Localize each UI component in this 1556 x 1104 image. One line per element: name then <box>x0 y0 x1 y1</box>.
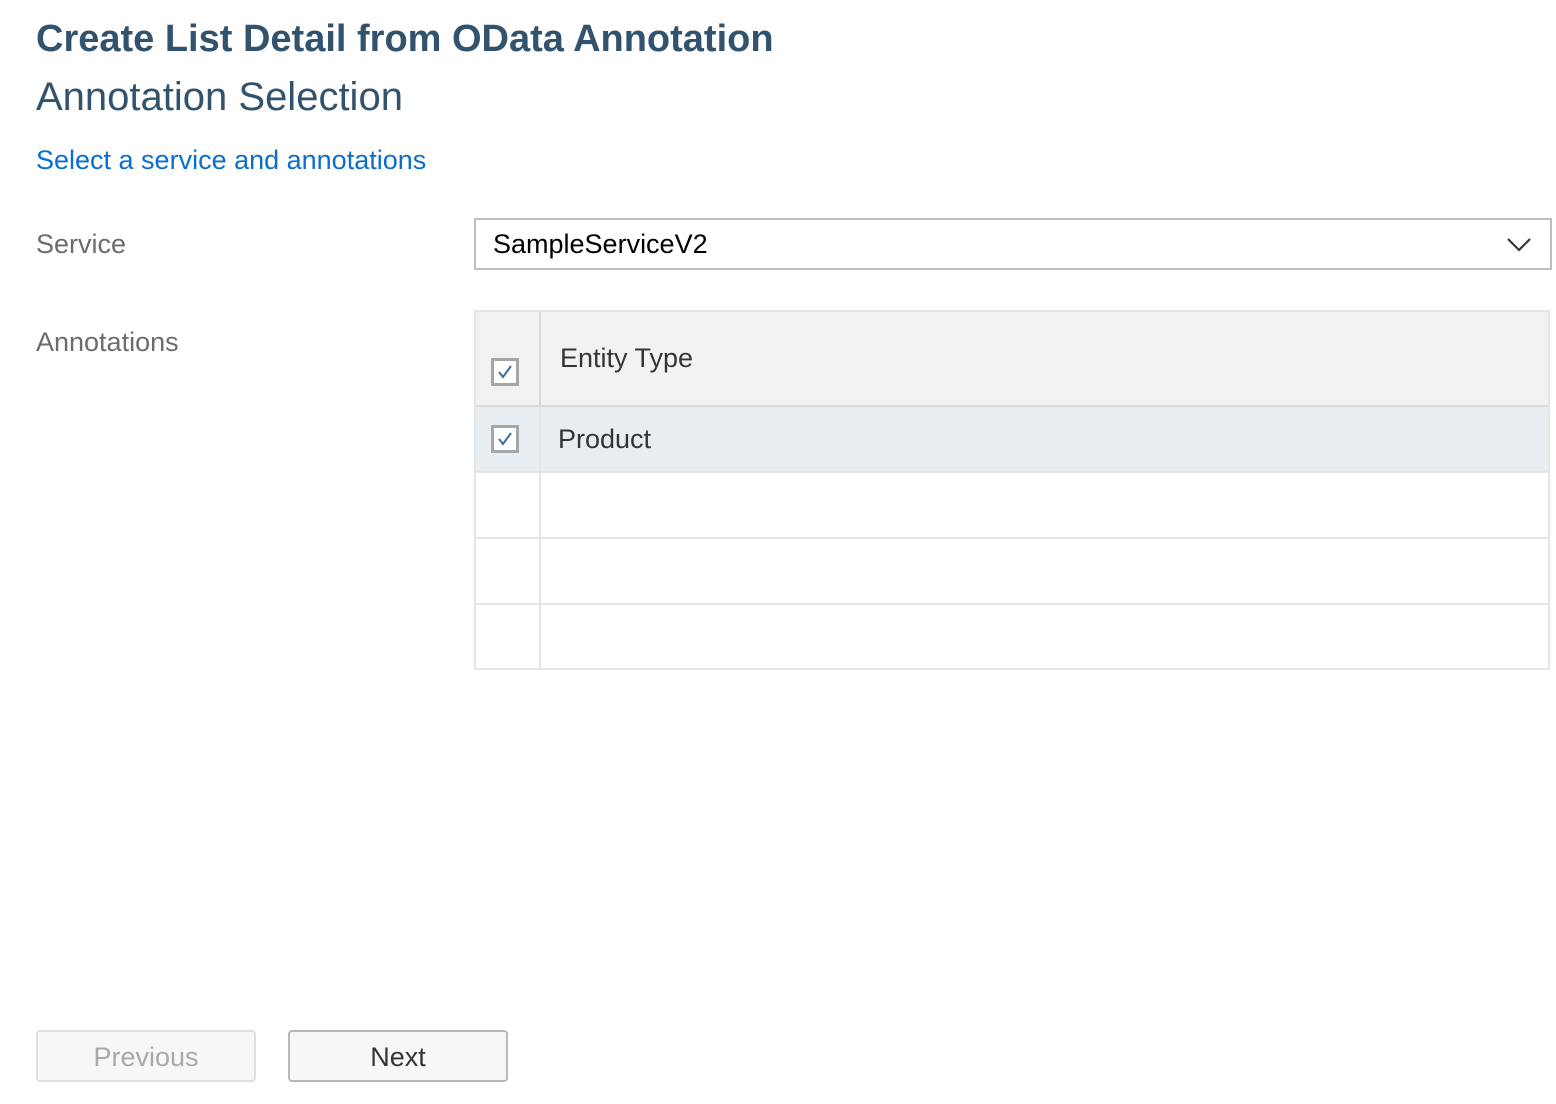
empty-table-row <box>476 605 1548 668</box>
empty-table-row <box>476 539 1548 605</box>
empty-table-row <box>476 473 1548 539</box>
column-divider <box>539 473 541 537</box>
column-divider <box>539 539 541 603</box>
checkmark-icon <box>498 365 512 379</box>
column-divider <box>539 605 541 668</box>
service-select-value: SampleServiceV2 <box>493 229 708 259</box>
entity-type-cell: Product <box>558 424 652 454</box>
step-instruction: Select a service and annotations <box>36 145 427 175</box>
annotations-table: Entity Type Product <box>474 310 1550 670</box>
service-select[interactable]: SampleServiceV2 <box>474 218 1552 270</box>
previous-button[interactable]: Previous <box>36 1030 256 1082</box>
step-title: Annotation Selection <box>36 75 403 119</box>
next-button[interactable]: Next <box>288 1030 508 1082</box>
annotations-label: Annotations <box>36 327 179 357</box>
checkmark-icon <box>498 432 512 446</box>
table-header-row: Entity Type <box>476 312 1548 407</box>
page-title: Create List Detail from OData Annotation <box>36 18 774 60</box>
column-header-entity-type[interactable]: Entity Type <box>560 340 693 376</box>
service-label: Service <box>36 229 127 259</box>
row-checkbox[interactable] <box>491 425 519 453</box>
table-row[interactable]: Product <box>476 407 1548 473</box>
chevron-down-icon[interactable] <box>1506 234 1532 254</box>
column-divider <box>539 312 541 405</box>
wizard-page: Create List Detail from OData Annotation… <box>0 0 1556 1104</box>
select-all-checkbox[interactable] <box>491 358 519 386</box>
column-divider <box>539 407 541 471</box>
